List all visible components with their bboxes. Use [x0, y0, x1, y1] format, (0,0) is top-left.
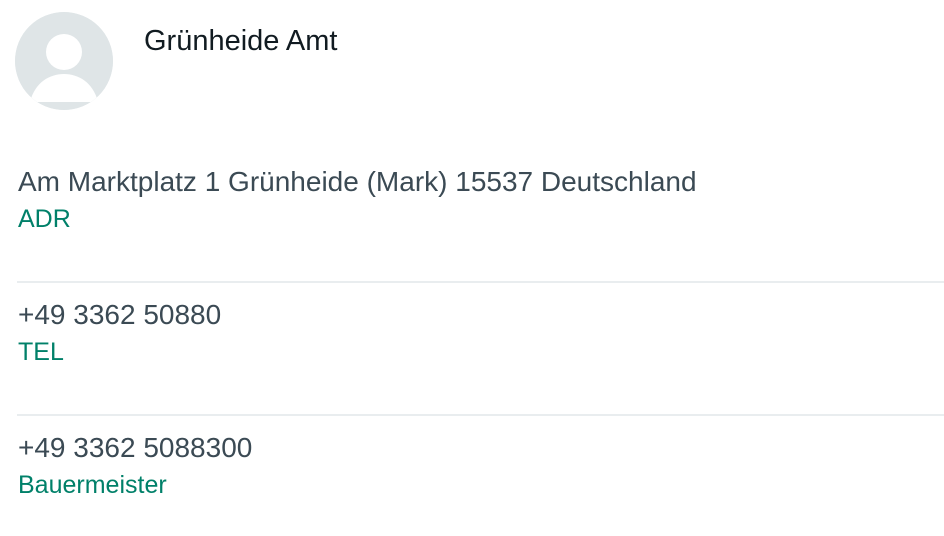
contact-field-phone[interactable]: +49 3362 50880 TEL — [17, 283, 944, 416]
contact-fields-list: Am Marktplatz 1 Grünheide (Mark) 15537 D… — [0, 150, 944, 536]
avatar[interactable] — [15, 12, 113, 110]
default-person-avatar-icon — [15, 12, 113, 110]
contact-name: Grünheide Amt — [144, 25, 338, 57]
contact-field-address[interactable]: Am Marktplatz 1 Grünheide (Mark) 15537 D… — [17, 150, 944, 283]
field-value: +49 3362 50880 — [18, 299, 222, 330]
field-value: +49 3362 5088300 — [18, 432, 253, 463]
contact-card: Grünheide Amt Am Marktplatz 1 Grünheide … — [0, 0, 944, 536]
field-type-label: Bauermeister — [18, 471, 167, 499]
contact-field-phone-2[interactable]: +49 3362 5088300 Bauermeister — [17, 416, 944, 536]
field-type-label: TEL — [18, 338, 64, 366]
field-value: Am Marktplatz 1 Grünheide (Mark) 15537 D… — [18, 166, 697, 197]
contact-header: Grünheide Amt — [0, 0, 944, 130]
field-type-label: ADR — [18, 205, 71, 233]
